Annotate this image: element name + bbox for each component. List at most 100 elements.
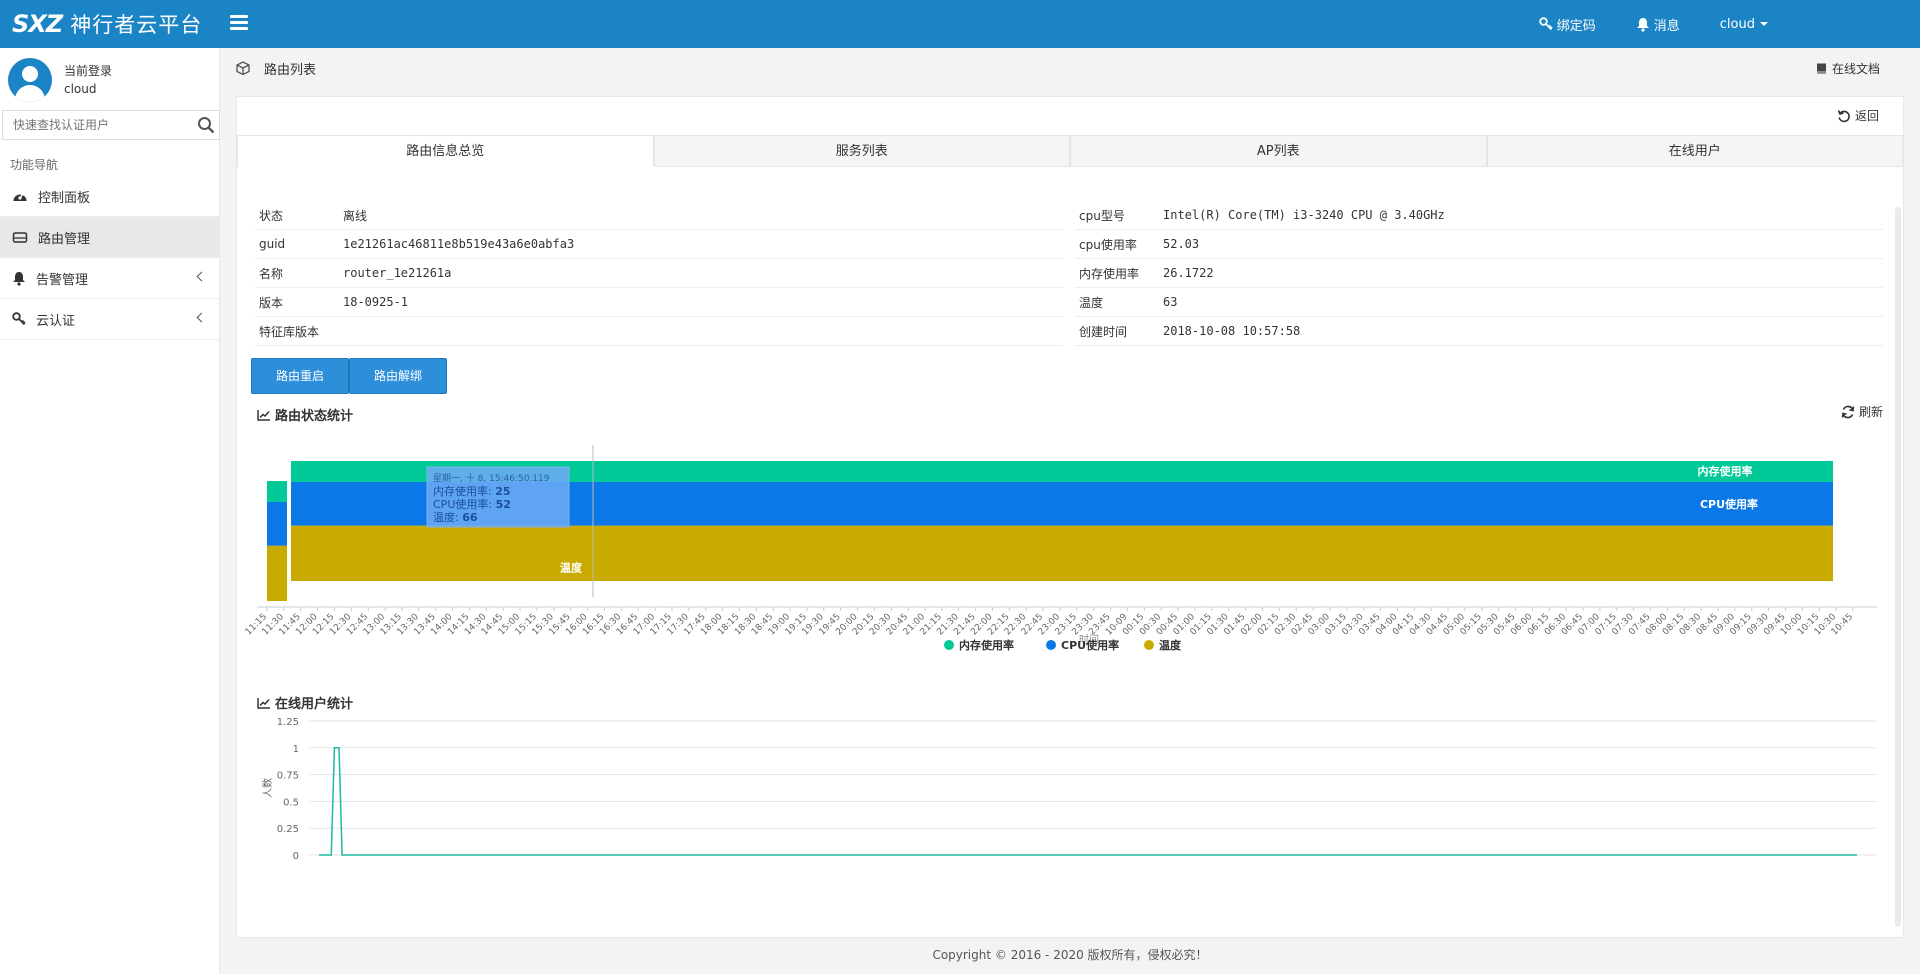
- info-value: 离线: [343, 208, 368, 223]
- page-title: 路由列表: [264, 62, 317, 78]
- chevron-left-icon: [196, 312, 207, 323]
- info-row: 温度 63: [1075, 288, 1883, 317]
- legend-marker: [944, 640, 954, 650]
- sidebar-item-router[interactable]: 路由管理: [0, 217, 219, 258]
- y-tick-label: 0.25: [277, 824, 299, 835]
- y-tick-label: 0.75: [277, 771, 299, 782]
- legend-marker: [1144, 640, 1154, 650]
- sidebar-nav: 控制面板 路由管理 告警管理 云认证: [0, 176, 219, 340]
- info-row: 特征库版本: [255, 317, 1063, 346]
- info-key: 特征库版本: [259, 324, 320, 339]
- info-key: cpu使用率: [1079, 237, 1137, 252]
- info-row: cpu型号 Intel(R) Core(TM) i3-3240 CPU @ 3.4…: [1075, 201, 1883, 230]
- bell-icon: [1636, 17, 1649, 32]
- caret-down-icon: [1760, 22, 1768, 26]
- y-tick-label: 0.5: [283, 797, 299, 808]
- y-tick-label: 0: [293, 851, 299, 862]
- sidebar-item-alerts[interactable]: 告警管理: [0, 258, 219, 299]
- legend-label: CPU使用率: [1061, 638, 1119, 652]
- sidebar-item-label: 云认证: [36, 313, 76, 329]
- restart-router-button[interactable]: 路由重启: [251, 358, 350, 394]
- tooltip-line: 温度: 66: [433, 510, 478, 524]
- refresh-icon: [1841, 405, 1855, 418]
- area-band: [291, 525, 1833, 581]
- online-docs-label: 在线文档: [1831, 62, 1880, 76]
- tab-bar: 路由信息总览 服务列表 AP列表 在线用户: [237, 135, 1903, 167]
- sidebar: 当前登录 cloud 功能导航 控制面板 路由管理 告警管理 云认证: [0, 48, 220, 974]
- tab-overview[interactable]: 路由信息总览: [237, 135, 654, 167]
- bind-code-link[interactable]: 绑定码: [1539, 15, 1596, 34]
- unbind-router-button[interactable]: 路由解绑: [349, 358, 448, 394]
- tooltip-time: 星期一, 十 8, 15:46:50.119: [433, 472, 550, 484]
- sidebar-item-label: 路由管理: [38, 231, 91, 247]
- info-value: 26.1722: [1163, 266, 1214, 280]
- key-icon: [1539, 17, 1553, 31]
- series-label: 内存使用率: [1698, 464, 1753, 478]
- legend-label: 温度: [1159, 638, 1182, 652]
- tooltip-value: 25: [495, 485, 510, 498]
- user-name: cloud: [1719, 16, 1755, 32]
- sidebar-item-dashboard[interactable]: 控制面板: [0, 176, 219, 217]
- top-right-menu: 绑定码 消息 cloud: [1539, 0, 1920, 48]
- user-dropdown[interactable]: cloud: [1720, 17, 1768, 32]
- back-button[interactable]: 返回: [1837, 107, 1879, 124]
- info-right: cpu型号 Intel(R) Core(TM) i3-3240 CPU @ 3.4…: [1075, 201, 1883, 346]
- users-chart-title-text: 在线用户统计: [275, 697, 354, 712]
- area-band-stub: [267, 501, 287, 546]
- tab-services[interactable]: 服务列表: [653, 135, 1070, 167]
- messages-label: 消息: [1653, 18, 1680, 34]
- router-icon: [12, 232, 28, 243]
- logo-text: 神行者云平台: [70, 13, 203, 37]
- search-icon[interactable]: [197, 116, 215, 134]
- menu-toggle-icon[interactable]: [230, 15, 248, 31]
- cube-icon: [236, 61, 250, 75]
- logo-mark: SXZ: [12, 10, 63, 38]
- login-label: 当前登录: [64, 64, 113, 78]
- refresh-button[interactable]: 刷新: [1841, 403, 1883, 420]
- chart-tooltip: 星期一, 十 8, 15:46:50.119内存使用率: 25CPU使用率: 5…: [426, 466, 570, 528]
- info-row: cpu使用率 52.03: [1075, 230, 1883, 259]
- info-row: 版本 18-0925-1: [255, 288, 1063, 317]
- users-chart-title: 在线用户统计: [257, 693, 353, 712]
- y-tick-label: 1: [293, 744, 299, 755]
- info-row: 名称 router_1e21261a: [255, 259, 1063, 288]
- scrollbar[interactable]: [1895, 207, 1901, 927]
- refresh-label: 刷新: [1858, 405, 1883, 419]
- tooltip-value: 66: [462, 511, 478, 524]
- info-row: 创建时间 2018-10-08 10:57:58: [1075, 317, 1883, 346]
- router-status-chart[interactable]: 内存使用率CPU使用率温度星期一, 十 8, 15:46:50.119内存使用率…: [237, 421, 1903, 661]
- search-input[interactable]: [3, 111, 193, 139]
- user-panel: 当前登录 cloud: [8, 56, 112, 104]
- tab-online-users[interactable]: 在线用户: [1486, 135, 1903, 167]
- top-bar: SXZ 神行者云平台 绑定码 消息 cloud: [0, 0, 1920, 48]
- undo-icon: [1837, 109, 1850, 122]
- info-value: Intel(R) Core(TM) i3-3240 CPU @ 3.40GHz: [1163, 208, 1445, 222]
- back-label: 返回: [1854, 109, 1879, 123]
- info-row: 状态 离线: [255, 201, 1063, 230]
- avatar: [8, 58, 52, 102]
- info-key: 版本: [259, 295, 284, 310]
- nav-header: 功能导航: [10, 158, 59, 172]
- info-left: 状态 离线 guid 1e21261ac46811e8b519e43a6e0abfa…: [255, 201, 1063, 346]
- search-box: [2, 110, 220, 140]
- sidebar-item-cloud-auth[interactable]: 云认证: [0, 299, 219, 340]
- info-key: 内存使用率: [1079, 266, 1140, 281]
- sidebar-item-label: 控制面板: [38, 190, 91, 206]
- info-key: 温度: [1079, 295, 1104, 310]
- sidebar-item-label: 告警管理: [36, 272, 89, 288]
- tab-ap-list[interactable]: AP列表: [1070, 135, 1487, 167]
- dashboard-icon: [13, 193, 27, 201]
- messages-link[interactable]: 消息: [1636, 15, 1680, 34]
- online-users-chart[interactable]: 0 0.25 0.5 0.75 1 1.25 人数: [237, 711, 1903, 937]
- tooltip-line: 内存使用率: 25: [433, 484, 511, 498]
- chevron-left-icon: [196, 271, 207, 282]
- area-band-stub: [267, 545, 287, 601]
- info-row: 内存使用率 26.1722: [1075, 259, 1883, 288]
- series-label: CPU使用率: [1700, 497, 1758, 511]
- info-key: guid: [259, 237, 286, 251]
- online-docs-link[interactable]: 在线文档: [1815, 60, 1880, 77]
- key-icon: [12, 312, 26, 326]
- info-key: 状态: [259, 208, 284, 223]
- logo[interactable]: SXZ 神行者云平台: [12, 9, 202, 39]
- book-icon: [1816, 63, 1826, 74]
